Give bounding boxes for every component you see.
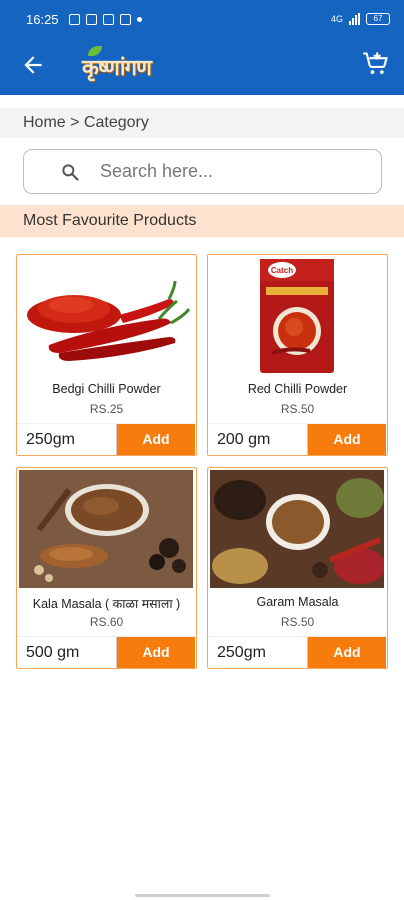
- product-price: RS.25: [89, 402, 124, 416]
- search-input[interactable]: [100, 161, 360, 182]
- kala-masala-image: [19, 470, 193, 588]
- app-bar: 16:25 4G 67 कृष्णांगण: [0, 0, 404, 95]
- breadcrumb: Home > Category: [0, 108, 404, 138]
- product-actions: 200 gm Add: [208, 423, 386, 455]
- back-arrow-icon[interactable]: [20, 52, 46, 78]
- app-notification-icon: [85, 13, 97, 25]
- battery-icon: 67: [366, 13, 390, 25]
- cart-icon[interactable]: [362, 50, 390, 78]
- search-bar[interactable]: [23, 149, 382, 194]
- product-name: Red Chilli Powder: [247, 382, 348, 396]
- add-button[interactable]: Add: [308, 637, 386, 668]
- product-actions: 500 gm Add: [17, 636, 195, 668]
- product-image: [19, 470, 193, 588]
- product-name: Garam Masala: [256, 595, 339, 609]
- status-time: 16:25: [26, 11, 59, 27]
- status-right-icons: 4G 67: [331, 13, 390, 25]
- product-price: RS.60: [89, 615, 124, 629]
- network-type: 4G: [330, 14, 343, 24]
- packet-brand-text: Catch: [271, 266, 293, 275]
- product-actions: 250gm Add: [17, 423, 195, 455]
- status-bar: 16:25 4G 67: [0, 0, 404, 38]
- search-icon: [62, 163, 79, 181]
- product-actions: 250gm Add: [208, 636, 386, 668]
- product-price: RS.50: [280, 402, 315, 416]
- notification-icons: [68, 13, 142, 25]
- toolbar: कृष्णांगण: [0, 38, 404, 95]
- app-notification-icon: [68, 13, 80, 25]
- quantity-selector[interactable]: 500 gm: [17, 637, 117, 668]
- product-name: Kala Masala ( काळा मसाला ): [32, 597, 181, 611]
- product-card[interactable]: Garam Masala RS.50 250gm Add: [207, 467, 388, 669]
- product-card[interactable]: Bedgi Chilli Powder RS.25 250gm Add: [16, 254, 197, 456]
- product-name: Bedgi Chilli Powder: [52, 382, 161, 396]
- quantity-selector[interactable]: 250gm: [17, 424, 117, 455]
- more-notifications-dot-icon: [136, 16, 142, 22]
- add-button[interactable]: Add: [308, 424, 386, 455]
- section-title: Most Favourite Products: [0, 205, 404, 237]
- product-card[interactable]: Catch Red Chilli Powder RS.50 200 gm Add: [207, 254, 388, 456]
- garam-masala-image: [210, 470, 384, 588]
- chilli-powder-image: [19, 257, 193, 375]
- product-card[interactable]: Kala Masala ( काळा मसाला ) RS.60 500 gm …: [16, 467, 197, 669]
- add-button[interactable]: Add: [117, 637, 195, 668]
- image-notification-icon: [119, 13, 131, 25]
- chilli-powder-packet-image: Catch: [210, 257, 384, 375]
- signal-icon: [349, 13, 360, 25]
- quantity-selector[interactable]: 250gm: [208, 637, 308, 668]
- add-button[interactable]: Add: [117, 424, 195, 455]
- product-image: Catch: [210, 257, 384, 375]
- quantity-selector[interactable]: 200 gm: [208, 424, 308, 455]
- product-price: RS.50: [280, 615, 315, 629]
- app-logo: कृष्णांगण: [82, 46, 152, 82]
- product-image: [19, 257, 193, 375]
- product-image: [210, 470, 384, 588]
- home-indicator[interactable]: [135, 894, 270, 897]
- app-notification-icon: [102, 13, 114, 25]
